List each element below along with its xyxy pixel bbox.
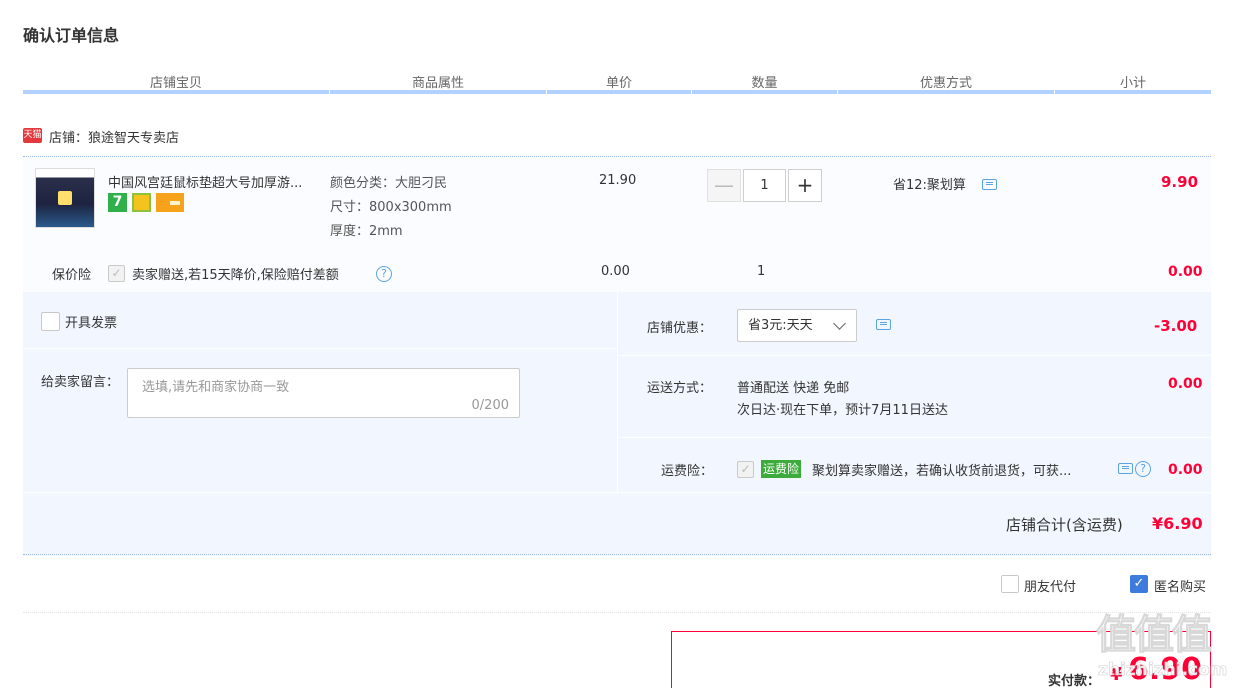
product-thumbnail[interactable] [35,168,95,228]
insurance-description: 卖家赠送,若15天降价,保险赔付差额 [132,268,339,283]
anonymous-purchase-checkbox[interactable]: ✓ [1130,575,1148,593]
shop-discount-select[interactable]: 省3元:天天 [737,309,857,342]
tmall-badge-icon: 天猫 [23,128,42,143]
seven-day-return-icon[interactable]: 7 [108,193,127,212]
quantity-input[interactable]: 1 [743,169,786,202]
column-header-subtotal: 小计 [1119,76,1146,91]
product-attribute-color: 颜色分类：大胆刁民 [330,176,448,191]
freight-insurance-amount: 0.00 [1168,462,1203,478]
seller-message-input[interactable]: 选填,请先和商家协商一致 0/200 [127,368,520,418]
unit-price: 21.90 [599,173,637,188]
insurance-subtotal: 0.00 [1168,264,1203,280]
shop-name[interactable]: 店铺：狼途智天专卖店 [49,127,179,146]
shipping-eta: 次日达·现在下单，预计7月11日送达 [737,403,948,418]
column-header-attributes: 商品属性 [411,76,464,91]
freight-insurance-label: 运费险： [661,464,714,479]
character-counter: 0/200 [471,398,509,413]
help-icon[interactable]: ? [376,266,392,282]
help-icon[interactable]: ? [1135,461,1151,477]
insurance-label: 保价险 [52,268,92,283]
friend-pay-checkbox[interactable] [1001,575,1019,593]
pay-label: 实付款： [1048,674,1101,688]
column-header-discount: 优惠方式 [919,76,972,91]
freight-insurance-description: 聚划算卖家赠送，若确认收货前退货，可获... [812,464,1072,479]
column-header-shop-item: 店铺宝贝 [149,76,202,91]
shop-discount-amount: -3.00 [1154,317,1198,335]
insurance-quantity: 1 [757,264,766,279]
shop-discount-selected: 省3元:天天 [748,318,813,333]
chevron-down-icon [833,317,846,330]
anonymous-purchase-label: 匿名购买 [1154,580,1207,595]
shipping-label: 运送方式： [647,381,713,396]
column-header-unit-price: 单价 [605,76,632,91]
product-title[interactable]: 中国风宫廷鼠标垫超大号加厚游... [108,172,324,191]
credit-card-icon[interactable] [156,193,184,212]
divider [23,348,617,349]
freight-insurance-tag: 运费险 [761,460,802,478]
watermark-url: zhizhizhi.com [1098,660,1228,681]
divider [23,612,1211,613]
header-underline [23,90,329,94]
header-underline [330,90,546,94]
divider [617,292,618,492]
watermark-logo: 值值值 [1096,612,1213,659]
shipping-method: 普通配送 快递 免邮 [737,381,850,396]
header-underline [547,90,691,94]
freight-insurance-checkbox[interactable]: ✓ [737,461,754,478]
column-header-quantity: 数量 [751,76,778,91]
message-icon[interactable] [876,319,891,330]
service-guarantee-icon[interactable] [132,193,151,212]
item-promotion: 省12:聚划算 [893,178,966,193]
header-underline [838,90,1054,94]
quantity-decrease-button[interactable]: — [707,169,741,202]
header-underline [1055,90,1211,94]
seller-message-label: 给卖家留言： [41,375,120,390]
shop-discount-label: 店铺优惠： [647,321,713,336]
invoice-label: 开具发票 [65,316,118,331]
product-attribute-size: 尺寸：800x300mm [330,200,452,215]
quantity-increase-button[interactable]: + [788,169,822,202]
message-icon[interactable] [982,179,997,190]
invoice-checkbox[interactable] [41,312,60,331]
divider [23,492,1211,493]
friend-pay-label: 朋友代付 [1024,580,1077,595]
divider [23,554,1211,555]
page-title: 确认订单信息 [23,26,120,45]
header-underline [692,90,837,94]
message-icon[interactable] [1118,463,1133,474]
shop-total-amount: ¥6.90 [1152,514,1203,533]
seller-message-placeholder: 选填,请先和商家协商一致 [142,380,290,395]
item-subtotal: 9.90 [1161,173,1199,191]
shipping-amount: 0.00 [1168,376,1203,392]
divider [618,437,1211,438]
divider [618,355,1211,356]
insurance-price: 0.00 [601,264,630,279]
insurance-checkbox[interactable]: ✓ [108,265,125,282]
shop-total-label: 店铺合计(含运费) [1006,516,1123,534]
product-attribute-thickness: 厚度：2mm [330,224,403,239]
